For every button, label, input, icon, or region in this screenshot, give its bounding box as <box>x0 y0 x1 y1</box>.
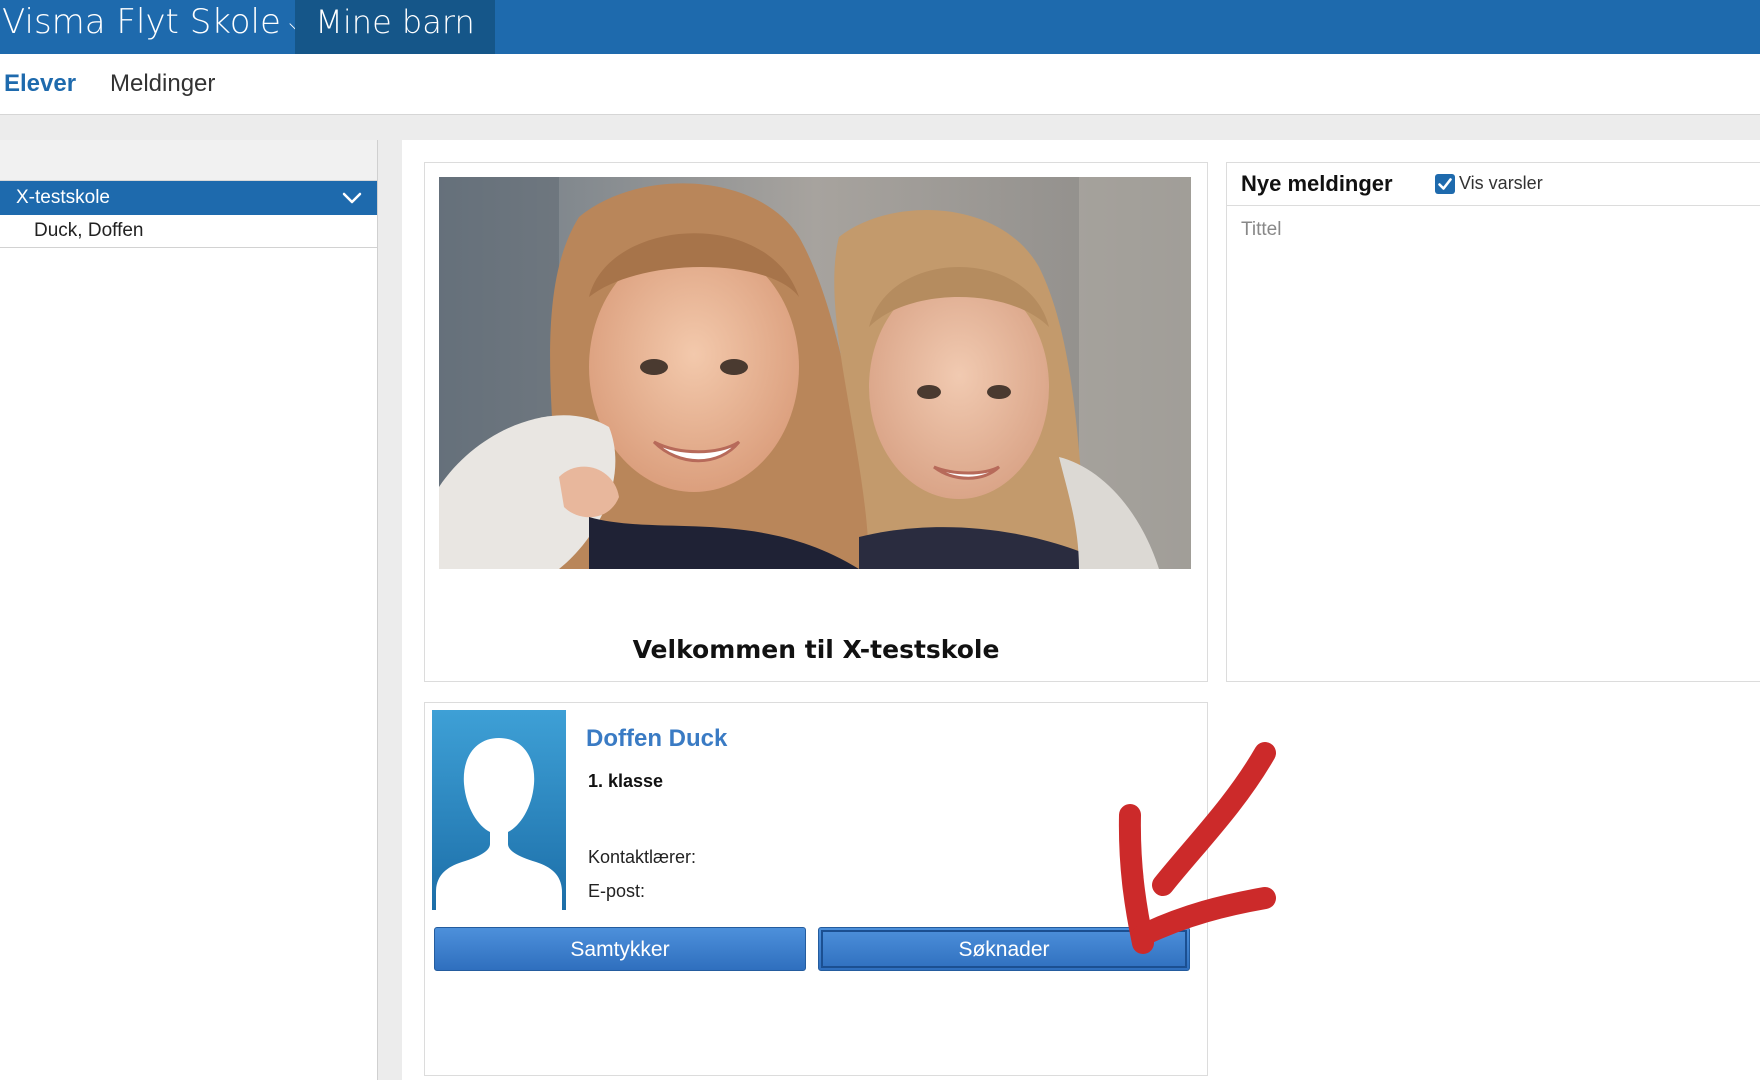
main-content: Velkommen til X-testskole Nye meldinger … <box>402 140 1760 1080</box>
secondary-navigation: Elever Meldinger <box>0 54 1760 115</box>
app-title: Visma Flyt Skole <box>2 2 281 42</box>
messages-title: Nye meldinger <box>1241 171 1393 196</box>
student-name-link[interactable]: Doffen Duck <box>586 725 727 753</box>
student-class: 1. klasse <box>588 771 664 791</box>
check-icon <box>1438 177 1452 190</box>
messages-header: Nye meldinger Vis varsler <box>1227 163 1760 206</box>
tab-meldinger[interactable]: Meldinger <box>110 54 215 114</box>
sidebar-item-school[interactable]: X-testskole <box>0 181 377 215</box>
student-card: Doffen Duck 1. klasse Kontaktlærer: E-po… <box>424 702 1208 1076</box>
column-header-title[interactable]: Tittel <box>1241 219 1281 241</box>
person-silhouette-icon <box>432 710 566 910</box>
new-messages-panel: Nye meldinger Vis varsler Tittel <box>1226 162 1760 682</box>
app-switcher[interactable]: Visma Flyt Skole⌵ <box>2 0 304 54</box>
applications-button[interactable]: Søknader <box>818 927 1190 971</box>
show-alerts-toggle[interactable]: Vis varsler <box>1435 173 1543 195</box>
top-navigation-bar: Visma Flyt Skole⌵ Mine barn <box>0 0 1760 54</box>
welcome-title: Velkommen til X-testskole <box>632 635 1000 664</box>
sidebar-item-student[interactable]: Duck, Doffen <box>0 215 377 248</box>
contact-teacher-label: Kontaktlærer: <box>588 847 697 867</box>
welcome-card: Velkommen til X-testskole <box>424 162 1208 682</box>
module-tab-mine-barn[interactable]: Mine barn <box>295 0 495 54</box>
welcome-photo <box>439 177 1191 569</box>
consents-button[interactable]: Samtykker <box>434 927 806 971</box>
sidebar-header <box>0 140 377 181</box>
tab-elever[interactable]: Elever <box>4 54 76 114</box>
checkbox[interactable] <box>1435 173 1455 194</box>
email-label: E-post: <box>588 881 646 901</box>
chevron-down-icon[interactable] <box>341 181 363 215</box>
show-alerts-label: Vis varsler <box>1459 173 1543 193</box>
school-name: X-testskole <box>16 187 110 208</box>
sidebar: X-testskole Duck, Doffen <box>0 140 378 1080</box>
